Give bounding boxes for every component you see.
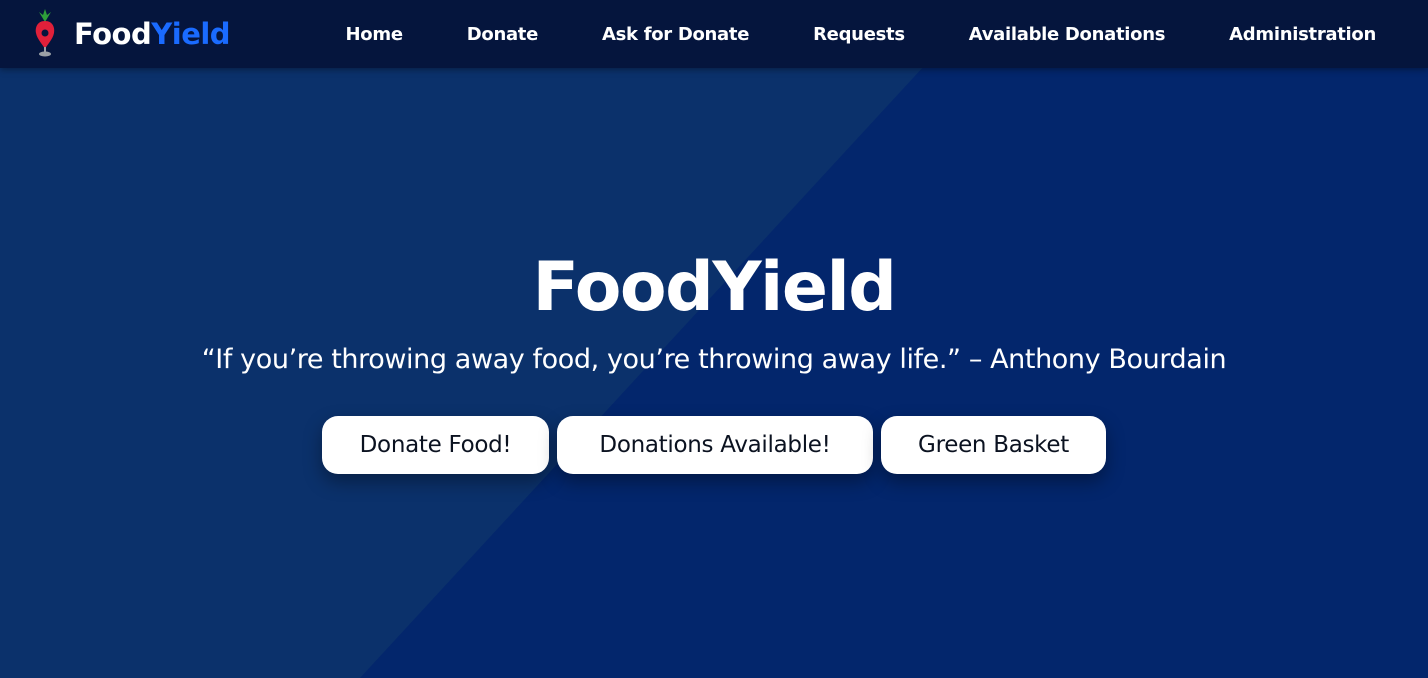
brand-name-food: Food xyxy=(74,17,152,51)
nav-ask-for-donate[interactable]: Ask for Donate xyxy=(602,24,749,45)
nav-requests[interactable]: Requests xyxy=(813,24,905,45)
brand-name: FoodYield xyxy=(74,17,231,51)
green-basket-button[interactable]: Green Basket xyxy=(881,416,1106,474)
nav-donate[interactable]: Donate xyxy=(467,24,539,45)
nav-administration[interactable]: Administration xyxy=(1229,24,1376,45)
radish-pin-icon xyxy=(35,9,55,57)
main-nav: Home Donate Ask for Donate Requests Avai… xyxy=(346,0,1377,68)
hero-buttons: Donate Food! Donations Available! Green … xyxy=(0,416,1428,474)
brand-name-yield: Yield xyxy=(151,17,231,51)
donations-available-button[interactable]: Donations Available! xyxy=(557,416,873,474)
donate-food-button[interactable]: Donate Food! xyxy=(322,416,549,474)
nav-home[interactable]: Home xyxy=(346,24,404,45)
hero-section: FoodYield “If you’re throwing away food,… xyxy=(0,68,1428,678)
brand[interactable]: FoodYield xyxy=(30,8,231,60)
top-navbar: FoodYield Home Donate Ask for Donate Req… xyxy=(0,0,1428,68)
hero-title: FoodYield xyxy=(532,248,897,327)
hero-quote: “If you’re throwing away food, you’re th… xyxy=(201,344,1227,375)
nav-available-donations[interactable]: Available Donations xyxy=(969,24,1166,45)
